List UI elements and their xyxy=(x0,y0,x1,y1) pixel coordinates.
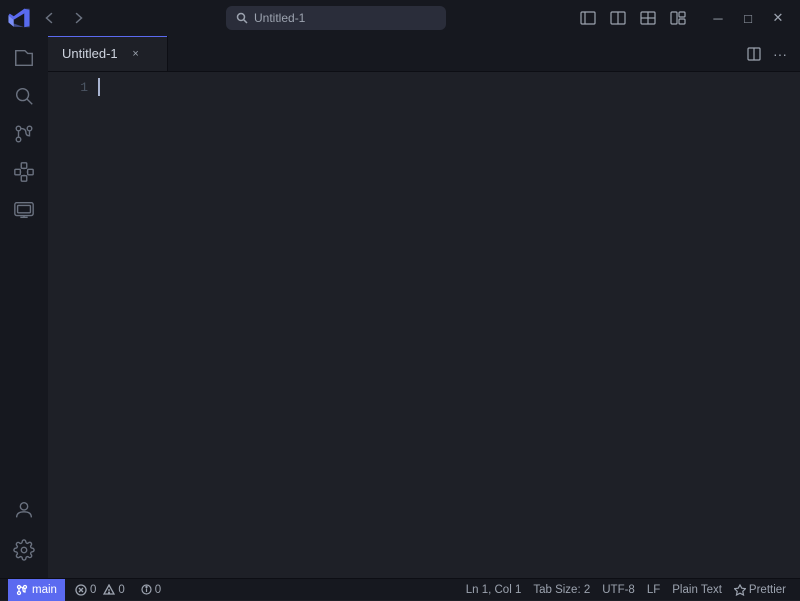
search-box[interactable]: Untitled-1 xyxy=(226,6,446,30)
error-count: 0 xyxy=(90,584,96,596)
cursor-position: Ln 1, Col 1 xyxy=(466,584,522,596)
maximize-button[interactable]: □ xyxy=(734,7,762,29)
title-bar: Untitled-1 xyxy=(0,0,800,36)
warning-count: 0 xyxy=(118,584,124,596)
tab-label: Untitled-1 xyxy=(62,46,118,61)
branch-name: main xyxy=(32,584,57,596)
search-text: Untitled-1 xyxy=(254,11,305,25)
eol: LF xyxy=(647,584,660,596)
line-numbers: 1 xyxy=(48,72,98,578)
status-bar: main 0 0 0 xyxy=(0,578,800,600)
layout-sidebar-button[interactable] xyxy=(574,7,602,29)
formatter: Prettier xyxy=(749,584,786,596)
sidebar-item-explorer[interactable] xyxy=(6,40,42,76)
encoding: UTF-8 xyxy=(602,584,635,596)
info-item[interactable]: 0 xyxy=(135,579,167,601)
layout-split-button[interactable] xyxy=(604,7,632,29)
tab-close-button[interactable]: × xyxy=(128,46,144,62)
workspace: Untitled-1 × ··· 1 xyxy=(0,36,800,578)
back-button[interactable] xyxy=(38,6,62,30)
cursor-position-item[interactable]: Ln 1, Col 1 xyxy=(460,579,528,601)
title-search[interactable]: Untitled-1 xyxy=(98,6,574,30)
editor-area: Untitled-1 × ··· 1 xyxy=(48,36,800,578)
sidebar-item-source-control[interactable] xyxy=(6,116,42,152)
encoding-item[interactable]: UTF-8 xyxy=(596,579,641,601)
sidebar-item-settings[interactable] xyxy=(6,532,42,568)
activity-bar-bottom xyxy=(6,492,42,578)
editor-content[interactable] xyxy=(98,72,800,578)
window-actions: ─ □ ✕ xyxy=(574,7,792,29)
tab-size-item[interactable]: Tab Size: 2 xyxy=(527,579,596,601)
forward-button[interactable] xyxy=(66,6,90,30)
close-button[interactable]: ✕ xyxy=(764,7,792,29)
errors-item[interactable]: 0 0 xyxy=(69,579,131,601)
minimize-button[interactable]: ─ xyxy=(704,7,732,29)
sidebar-item-search[interactable] xyxy=(6,78,42,114)
more-actions-button[interactable]: ··· xyxy=(768,42,792,66)
sidebar-item-remote[interactable] xyxy=(6,192,42,228)
tab-untitled-1[interactable]: Untitled-1 × xyxy=(48,36,168,71)
layout-custom-button[interactable] xyxy=(664,7,692,29)
status-right: Ln 1, Col 1 Tab Size: 2 UTF-8 LF Plain T… xyxy=(460,579,792,601)
split-editor-button[interactable] xyxy=(742,42,766,66)
formatter-item[interactable]: Prettier xyxy=(728,579,792,601)
editor-cursor xyxy=(98,78,100,96)
activity-bar xyxy=(0,36,48,578)
nav-buttons xyxy=(38,6,90,30)
language: Plain Text xyxy=(672,584,722,596)
app-logo xyxy=(8,7,30,29)
tab-bar: Untitled-1 × ··· xyxy=(48,36,800,72)
sidebar-item-account[interactable] xyxy=(6,492,42,528)
editor[interactable]: 1 xyxy=(48,72,800,578)
status-left: main 0 0 0 xyxy=(8,579,167,601)
sidebar-item-extensions[interactable] xyxy=(6,154,42,190)
tab-actions: ··· xyxy=(742,42,800,66)
eol-item[interactable]: LF xyxy=(641,579,666,601)
tab-size: Tab Size: 2 xyxy=(533,584,590,596)
layout-grid-button[interactable] xyxy=(634,7,662,29)
cursor-line xyxy=(98,78,800,96)
language-item[interactable]: Plain Text xyxy=(666,579,728,601)
line-number-1: 1 xyxy=(48,78,88,98)
git-branch-item[interactable]: main xyxy=(8,579,65,601)
info-count: 0 xyxy=(155,584,161,596)
